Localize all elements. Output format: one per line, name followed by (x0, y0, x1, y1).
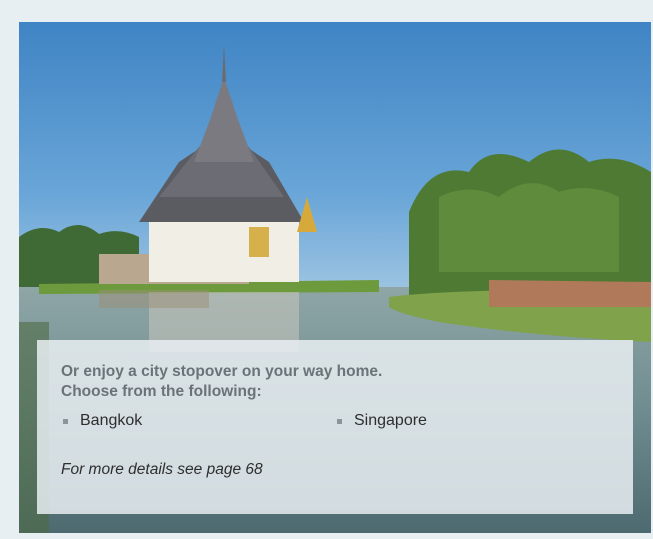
details-note: For more details see page 68 (61, 461, 263, 478)
headline-line-2: Choose from the following: (61, 383, 262, 400)
city-name: Singapore (354, 412, 427, 429)
stopover-info-panel: Or enjoy a city stopover on your way hom… (37, 340, 633, 514)
list-item: Bangkok (61, 410, 335, 432)
page-frame: Or enjoy a city stopover on your way hom… (0, 0, 653, 539)
stopover-headline: Or enjoy a city stopover on your way hom… (61, 362, 609, 402)
headline-line-1: Or enjoy a city stopover on your way hom… (61, 363, 383, 380)
square-bullet-icon (63, 418, 68, 424)
city-list: Bangkok Singapore (61, 410, 609, 432)
list-item: Singapore (335, 410, 609, 432)
city-name: Bangkok (80, 412, 143, 429)
square-bullet-icon (337, 418, 342, 424)
